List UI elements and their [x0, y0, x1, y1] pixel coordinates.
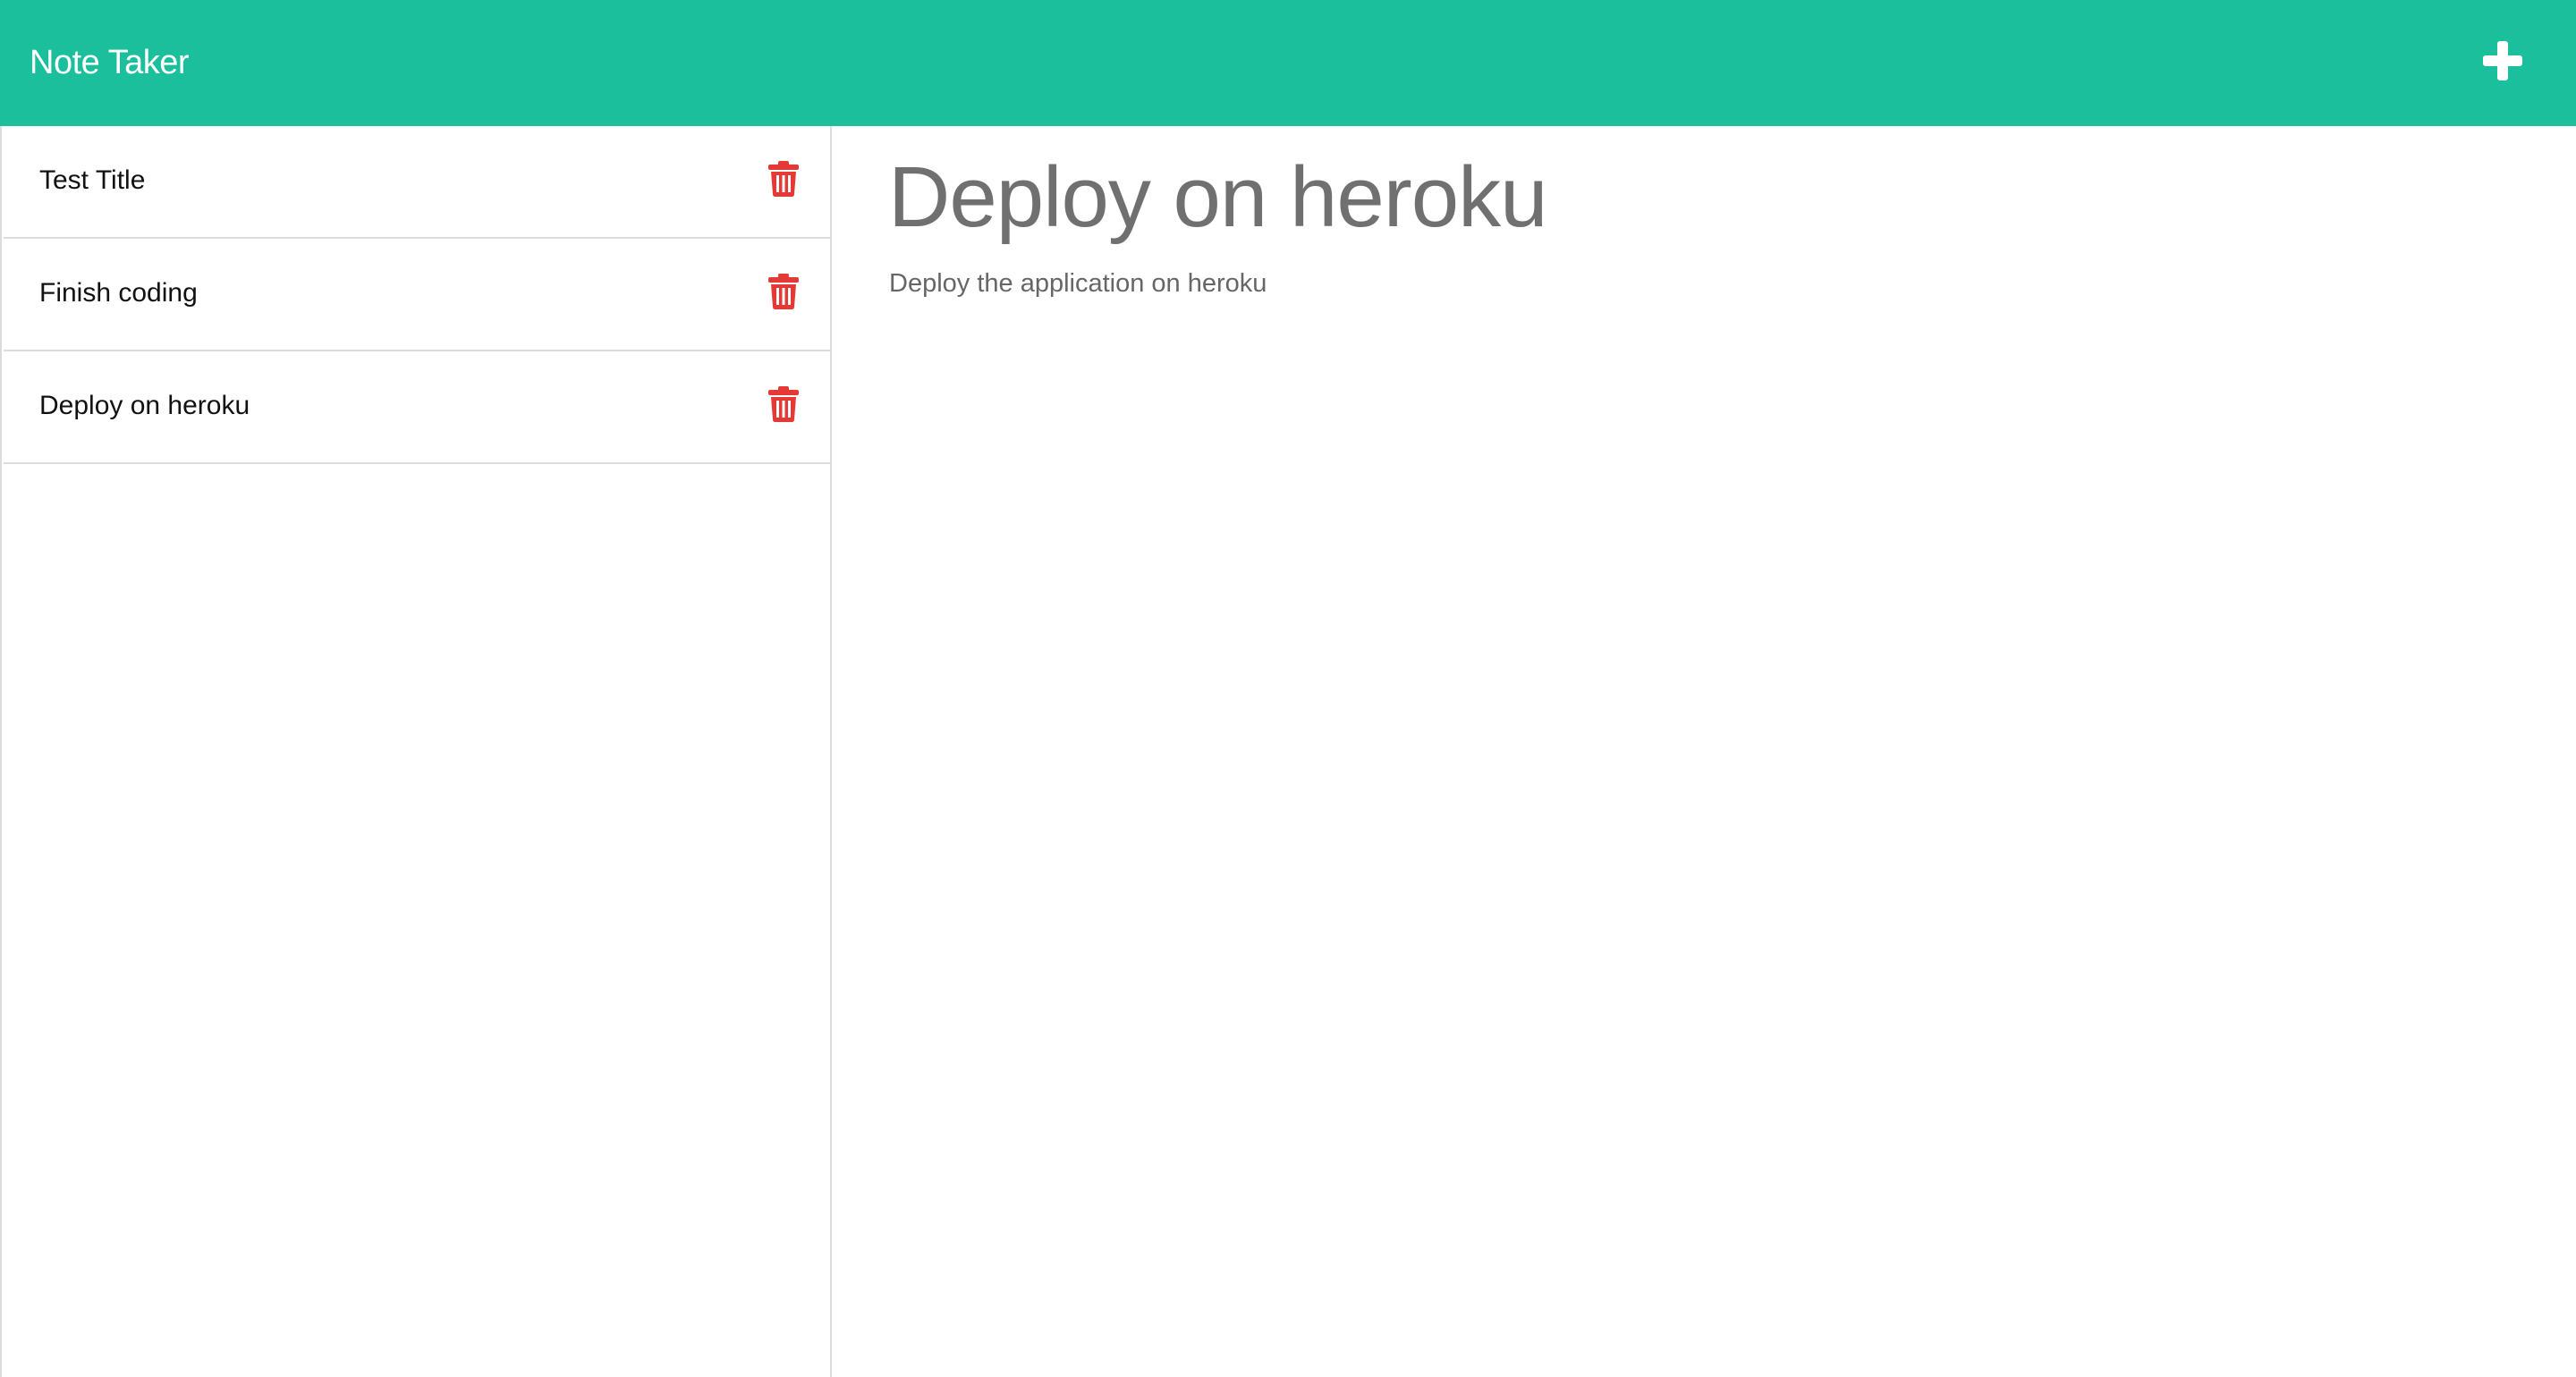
- list-item[interactable]: Deploy on heroku: [4, 351, 832, 464]
- trash-icon[interactable]: [768, 161, 799, 197]
- note-title[interactable]: Deploy on heroku: [888, 144, 1547, 251]
- new-note-button[interactable]: [2474, 32, 2531, 89]
- note-list-title: Deploy on heroku: [39, 391, 250, 420]
- notes-sidebar: Test Title Finish coding Deploy on herok…: [0, 126, 832, 1377]
- list-item[interactable]: Test Title: [4, 126, 832, 239]
- trash-icon[interactable]: [768, 274, 799, 309]
- navbar: Note Taker: [0, 0, 2576, 126]
- note-textarea[interactable]: Deploy the application on heroku: [889, 266, 1267, 301]
- trash-icon[interactable]: [768, 386, 799, 422]
- note-list-title: Finish coding: [39, 278, 198, 308]
- brand-title[interactable]: Note Taker: [30, 36, 190, 89]
- note-editor: Deploy on heroku Deploy the application …: [832, 126, 2576, 1377]
- note-list-title: Test Title: [39, 165, 146, 195]
- plus-icon: [2483, 41, 2522, 80]
- list-item[interactable]: Finish coding: [4, 239, 832, 351]
- notes-list: Test Title Finish coding Deploy on herok…: [4, 126, 832, 464]
